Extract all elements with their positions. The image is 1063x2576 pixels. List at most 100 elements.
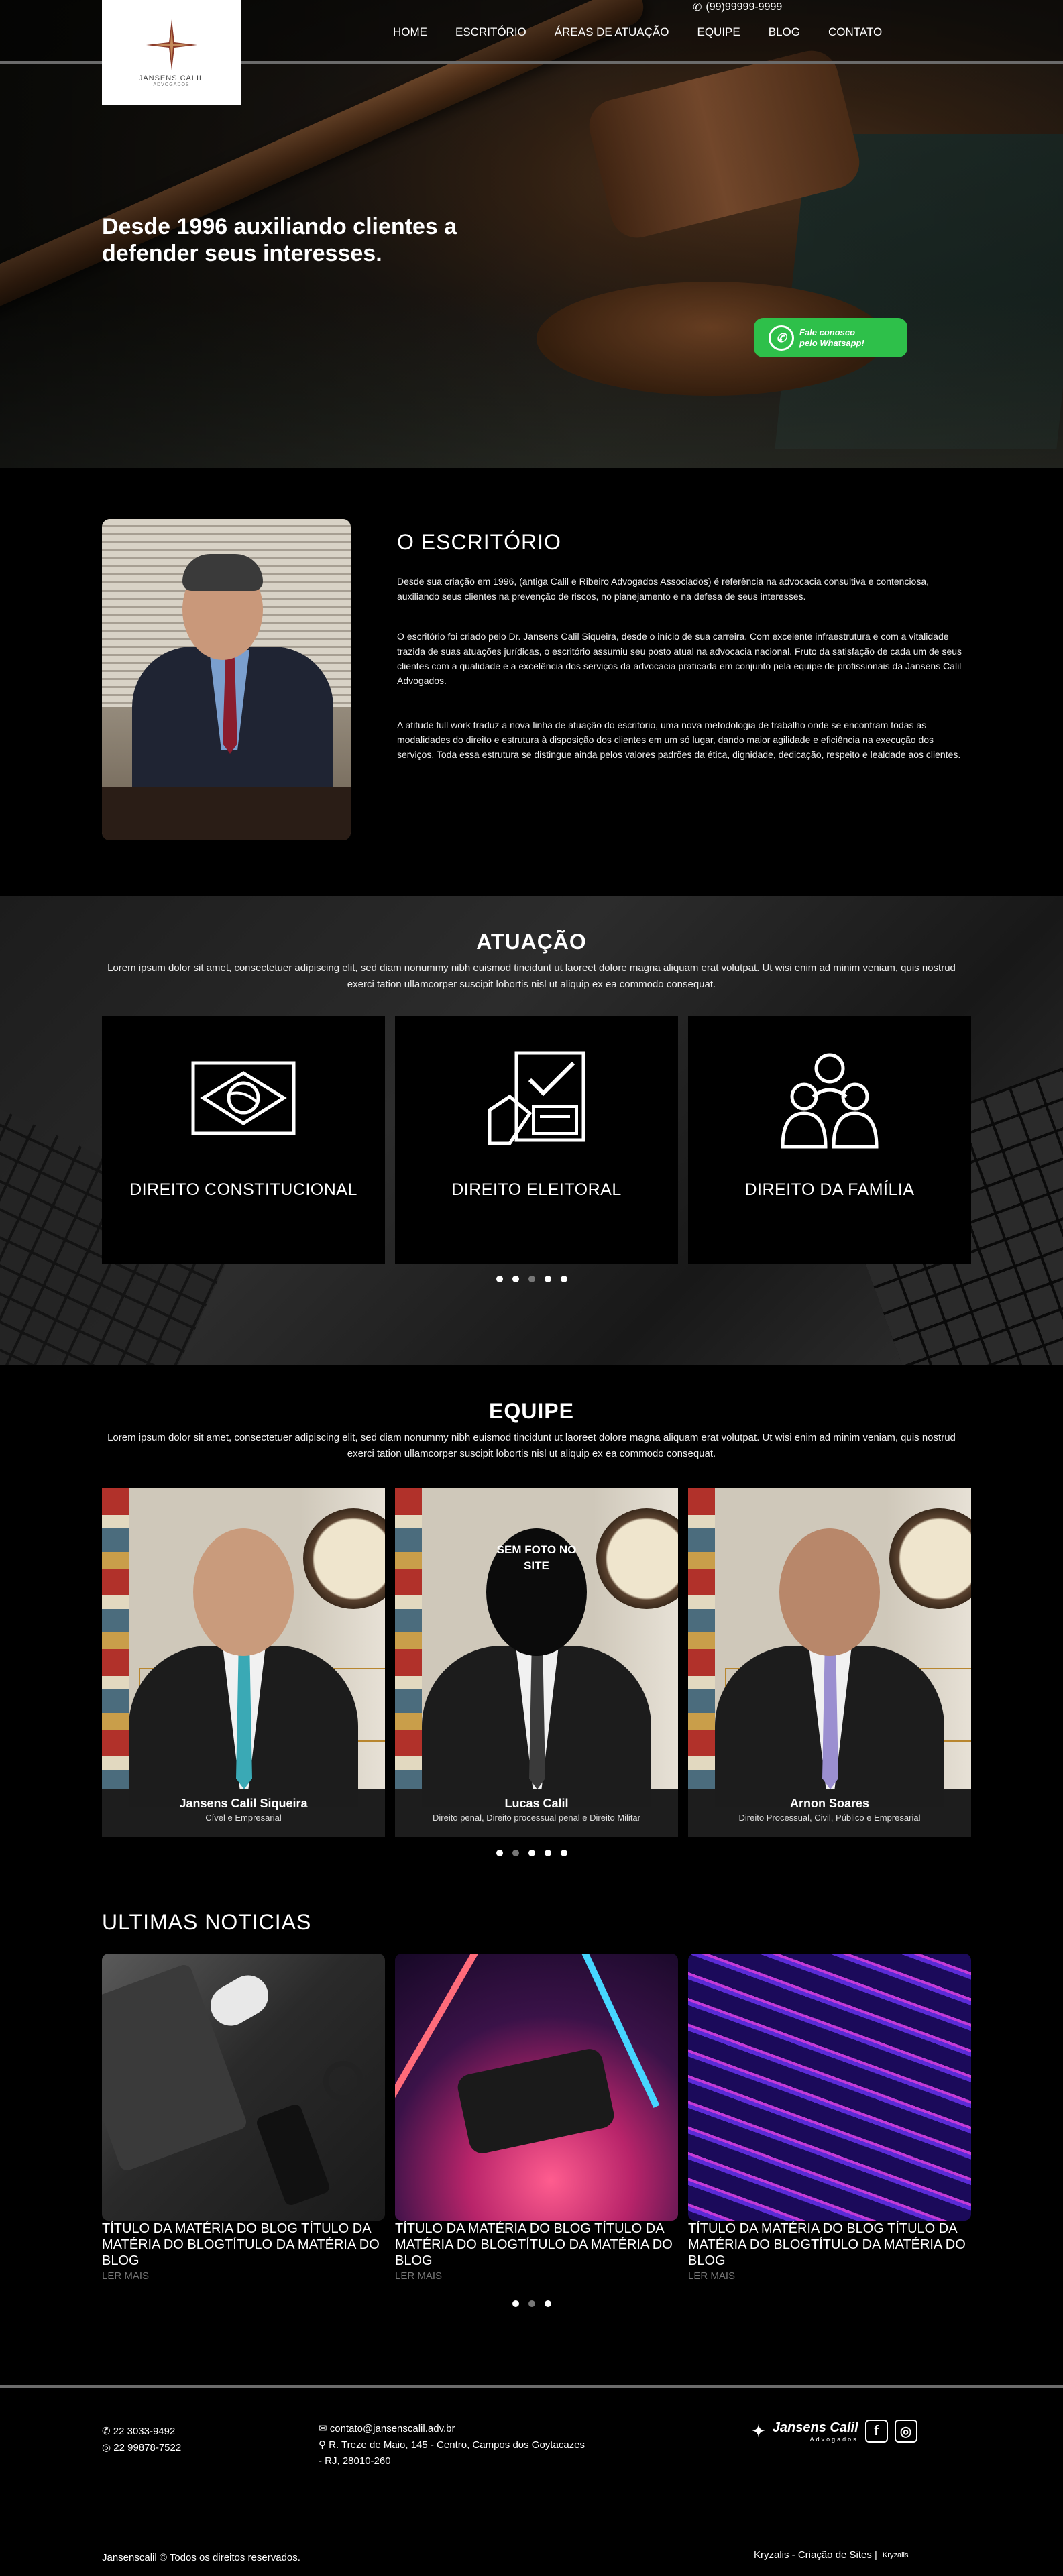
- read-more-link[interactable]: LER MAIS: [688, 2270, 735, 2282]
- news-image[interactable]: [688, 1954, 971, 2221]
- news-title[interactable]: TÍTULO DA MATÉRIA DO BLOG TÍTULO DA MATÉ…: [395, 2221, 678, 2269]
- founder-photo: [102, 519, 351, 840]
- team-card[interactable]: SEM FOTO NO SITE Lucas Calil Direito pen…: [395, 1488, 678, 1837]
- footer-credit-text: Kryzalis - Criação de Sites |: [754, 2549, 877, 2561]
- whatsapp-icon: ◎: [102, 2442, 114, 2453]
- footer-phones: ✆ 22 3033-9492 ◎ 22 99878-7522: [102, 2424, 181, 2456]
- team-member-role: Direito penal, Direito processual penal …: [433, 1813, 640, 1823]
- carousel-dot[interactable]: [512, 1850, 519, 1856]
- photo-hair: [182, 554, 263, 591]
- read-more-link[interactable]: LER MAIS: [102, 2270, 149, 2282]
- instagram-icon[interactable]: ◎: [894, 2420, 917, 2443]
- page: JANSENS CALIL ADVOGADOS ✆ (99)99999-9999…: [0, 0, 1063, 2576]
- carousel-dot[interactable]: [512, 2300, 519, 2307]
- brand-mark-icon: ✦: [751, 2420, 766, 2441]
- carousel-dot[interactable]: [528, 2300, 535, 2307]
- news-title[interactable]: TÍTULO DA MATÉRIA DO BLOG TÍTULO DA MATÉ…: [102, 2221, 385, 2269]
- team-photo-head: [193, 1528, 294, 1656]
- team-photo-tie: [822, 1653, 838, 1789]
- news-card[interactable]: TÍTULO DA MATÉRIA DO BLOG TÍTULO DA MATÉ…: [102, 1954, 385, 2282]
- carousel-dot[interactable]: [512, 1276, 519, 1282]
- escritorio-paragraph-3: A atitude full work traduz a nova linha …: [397, 720, 961, 760]
- footer-brand-name: Jansens Calil: [772, 2420, 858, 2435]
- practice-card-label: DIREITO DA FAMÍLIA: [744, 1180, 915, 1199]
- no-photo-label: SEM FOTO NO SITE: [496, 1543, 577, 1572]
- nav-home[interactable]: HOME: [393, 25, 427, 39]
- footer-brand-sub: Advogados: [809, 2435, 858, 2443]
- phone-shape: [255, 2103, 331, 2207]
- equipe-title: EQUIPE: [489, 1399, 574, 1423]
- nav-contato[interactable]: CONTATO: [828, 25, 882, 39]
- practice-card-label: DIREITO ELEITORAL: [451, 1180, 622, 1199]
- carousel-dot[interactable]: [560, 1276, 567, 1282]
- nav-blog[interactable]: BLOG: [769, 25, 800, 39]
- team-card[interactable]: Arnon Soares Direito Processual, Civil, …: [688, 1488, 971, 1837]
- kryzalis-logo: Kryzalis: [882, 2551, 909, 2559]
- header-phone[interactable]: ✆ (99)99999-9999: [693, 0, 782, 15]
- read-more-link[interactable]: LER MAIS: [395, 2270, 442, 2282]
- hero-banner: JANSENS CALIL ADVOGADOS ✆ (99)99999-9999…: [0, 0, 1063, 468]
- noticias-carousel-dots: [0, 2300, 1063, 2307]
- logo-subtitle: ADVOGADOS: [153, 82, 190, 87]
- camera-shape: [455, 2046, 617, 2156]
- news-title[interactable]: TÍTULO DA MATÉRIA DO BLOG TÍTULO DA MATÉ…: [688, 2221, 971, 2269]
- carousel-dot[interactable]: [496, 1276, 503, 1282]
- carousel-dot[interactable]: [496, 1850, 503, 1856]
- family-icon: [781, 1053, 879, 1149]
- carousel-dot[interactable]: [560, 1850, 567, 1856]
- nav-escritorio[interactable]: ESCRITÓRIO: [455, 25, 526, 39]
- carousel-dot[interactable]: [528, 1850, 535, 1856]
- main-nav: HOME ESCRITÓRIO ÁREAS DE ATUAÇÃO EQUIPE …: [393, 25, 910, 39]
- escritorio-paragraph-2: O escritório foi criado pelo Dr. Jansens…: [397, 631, 962, 686]
- nav-equipe[interactable]: EQUIPE: [697, 25, 740, 39]
- footer-brand-row: ✦ Jansens Calil Advogados f ◎: [751, 2420, 917, 2443]
- team-member-role: Cível e Empresarial: [205, 1813, 282, 1823]
- practice-card-label: DIREITO CONSTITUCIONAL: [129, 1180, 357, 1199]
- practice-card-familia[interactable]: DIREITO DA FAMÍLIA: [688, 1016, 971, 1264]
- news-image[interactable]: [102, 1954, 385, 2221]
- news-card[interactable]: TÍTULO DA MATÉRIA DO BLOG TÍTULO DA MATÉ…: [395, 1954, 678, 2282]
- carousel-dot[interactable]: [544, 2300, 551, 2307]
- site-logo[interactable]: JANSENS CALIL ADVOGADOS: [102, 0, 241, 105]
- footer-contact: ✉ contato@jansenscalil.adv.br ⚲ R. Treze…: [319, 2421, 587, 2469]
- team-member-role: Direito Processual, Civil, Público e Emp…: [738, 1813, 921, 1823]
- footer-email[interactable]: ✉ contato@jansenscalil.adv.br: [319, 2421, 587, 2437]
- carousel-dot[interactable]: [544, 1850, 551, 1856]
- atuacao-lead: Lorem ipsum dolor sit amet, consectetuer…: [107, 962, 956, 990]
- phone-icon: ✆: [102, 2426, 113, 2437]
- atuacao-carousel-dots: [0, 1276, 1063, 1282]
- footer-credit[interactable]: Kryzalis - Criação de Sites | Kryzalis: [754, 2547, 908, 2563]
- watch-shape: [323, 2061, 363, 2101]
- footer-phone-1-text: 22 3033-9492: [113, 2426, 176, 2437]
- facebook-icon[interactable]: f: [864, 2420, 888, 2443]
- footer-phone-2[interactable]: ◎ 22 99878-7522: [102, 2440, 181, 2456]
- footer-phone-2-text: 22 99878-7522: [113, 2442, 182, 2453]
- news-card[interactable]: TÍTULO DA MATÉRIA DO BLOG TÍTULO DA MATÉ…: [688, 1954, 971, 2282]
- footer-phone-1[interactable]: ✆ 22 3033-9492: [102, 2424, 181, 2440]
- escritorio-title: O ESCRITÓRIO: [397, 530, 561, 554]
- mail-icon: ✉: [319, 2423, 330, 2434]
- carousel-dot[interactable]: [544, 1276, 551, 1282]
- news-image[interactable]: [395, 1954, 678, 2221]
- footer-address-text: R. Treze de Maio, 145 - Centro, Campos d…: [319, 2439, 585, 2467]
- team-member-name: Arnon Soares: [789, 1797, 870, 1810]
- team-member-name: Jansens Calil Siqueira: [179, 1797, 308, 1810]
- equipe-lead: Lorem ipsum dolor sit amet, consectetuer…: [107, 1432, 956, 1459]
- logo-name: JANSENS CALIL: [138, 74, 205, 82]
- team-photo-shelf: [395, 1488, 422, 1789]
- footer-email-text: contato@jansenscalil.adv.br: [329, 2423, 455, 2434]
- footer-brand[interactable]: Jansens Calil Advogados: [773, 2420, 858, 2443]
- team-photo-tie: [236, 1653, 252, 1789]
- carousel-dot[interactable]: [528, 1276, 535, 1282]
- footer-address: ⚲ R. Treze de Maio, 145 - Centro, Campos…: [319, 2437, 587, 2469]
- team-card[interactable]: Jansens Calil Siqueira Cível e Empresari…: [102, 1488, 385, 1837]
- hero-title: Desde 1996 auxiliando clientes a defende…: [102, 214, 457, 266]
- team-photo-tie: [529, 1653, 545, 1789]
- team-photo-head: [779, 1528, 880, 1656]
- nav-areas[interactable]: ÁREAS DE ATUAÇÃO: [555, 25, 669, 39]
- whatsapp-button[interactable]: ✆ Fale conosco pelo Whatsapp!: [754, 318, 907, 357]
- practice-card-eleitoral[interactable]: DIREITO ELEITORAL: [395, 1016, 678, 1264]
- header-phone-number: (99)99999-9999: [706, 1, 783, 13]
- team-photo-shelf: [688, 1488, 715, 1789]
- practice-card-constitucional[interactable]: DIREITO CONSTITUCIONAL: [102, 1016, 385, 1264]
